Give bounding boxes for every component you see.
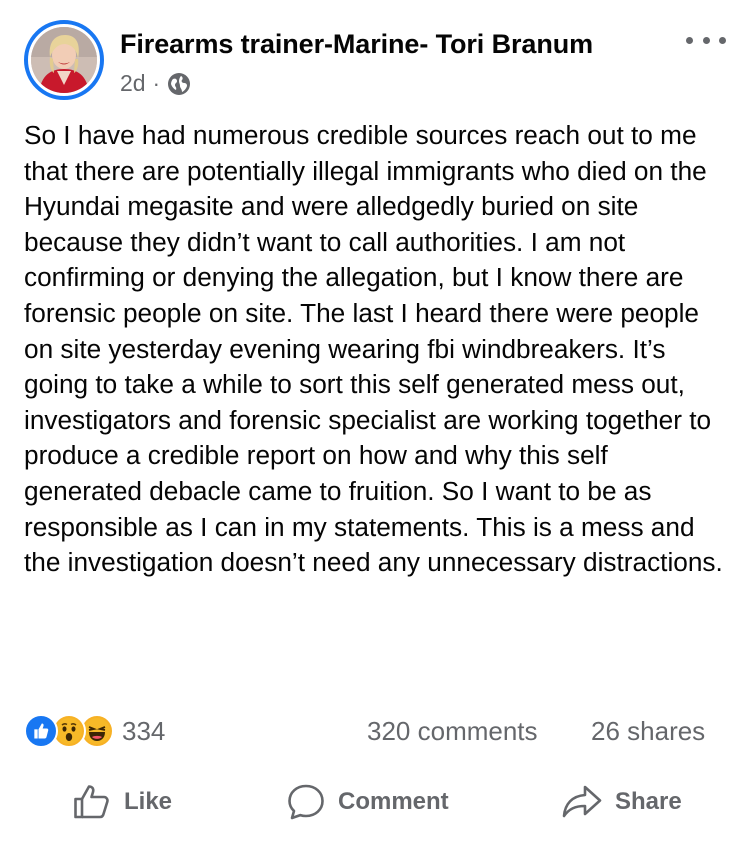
comment-label: Comment — [338, 788, 449, 815]
avatar-photo — [31, 27, 97, 93]
share-button[interactable]: Share — [561, 782, 682, 822]
reaction-count: 334 — [122, 715, 166, 746]
post-stats: 334 320 comments 26 shares — [0, 708, 750, 756]
meta-separator: · — [152, 70, 160, 96]
comments-count[interactable]: 320 comments — [367, 716, 538, 747]
profile-photo-icon — [31, 27, 97, 93]
comment-button[interactable]: Comment — [286, 782, 449, 822]
globe-icon[interactable] — [167, 72, 191, 96]
thumbs-up-icon — [74, 785, 109, 819]
like-label: Like — [124, 788, 173, 815]
post-actions: Like Comment Share — [0, 770, 750, 834]
share-label: Share — [615, 788, 682, 815]
post-time[interactable]: 2d — [120, 70, 146, 97]
post-body: So I have had numerous credible sources … — [24, 120, 723, 578]
more-options-icon[interactable] — [686, 30, 726, 50]
share-arrow-icon — [562, 785, 602, 818]
like-reaction-icon — [24, 714, 58, 748]
author-name[interactable]: Firearms trainer-Marine- Tori Branum — [120, 29, 593, 60]
facebook-post: Firearms trainer-Marine- Tori Branum 2d … — [0, 0, 750, 844]
shares-count[interactable]: 26 shares — [591, 716, 705, 747]
post-meta: 2d · — [120, 70, 191, 97]
avatar[interactable] — [24, 20, 104, 100]
like-button[interactable]: Like — [72, 782, 172, 822]
reactions-summary[interactable]: 334 — [24, 714, 165, 748]
post-header: Firearms trainer-Marine- Tori Branum 2d … — [0, 0, 750, 110]
comment-bubble-icon — [288, 784, 324, 820]
